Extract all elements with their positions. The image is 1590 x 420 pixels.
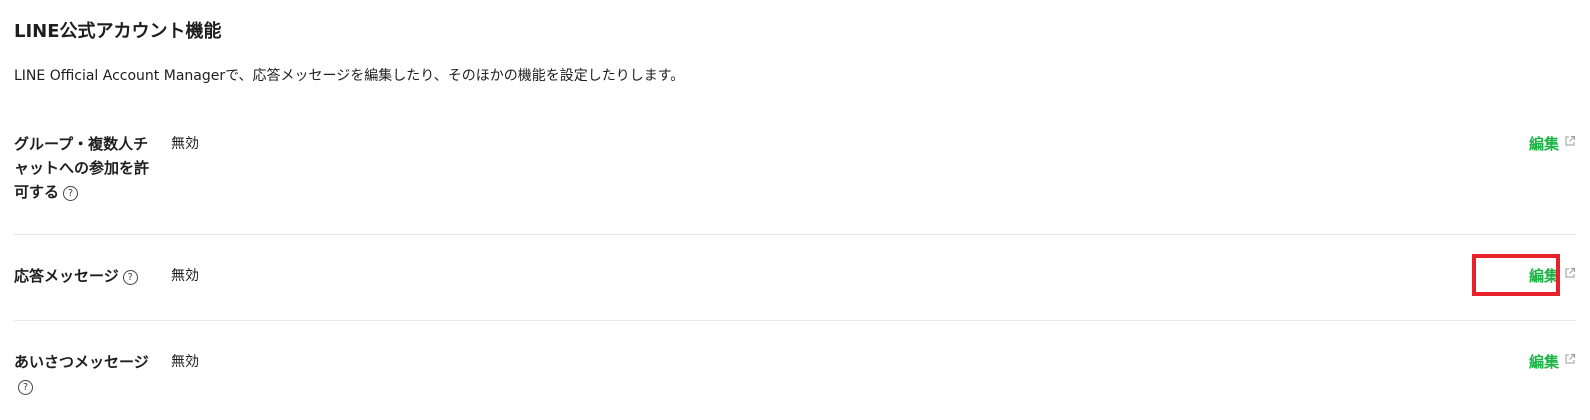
setting-value: 無効: [171, 354, 199, 370]
edit-link-label[interactable]: 編集: [1529, 132, 1559, 156]
external-link-icon: [1565, 135, 1575, 145]
edit-link-auto-response[interactable]: 編集: [1529, 264, 1576, 288]
edit-link-group-chat[interactable]: 編集: [1529, 132, 1576, 156]
setting-row-group-chat: グループ・複数人チャットへの参加を許可する? 無効 編集: [14, 132, 1576, 212]
section-title: LINE公式アカウント機能: [14, 21, 222, 42]
help-icon[interactable]: ?: [18, 380, 33, 395]
edit-link-greeting[interactable]: 編集: [1529, 350, 1576, 374]
setting-value: 無効: [171, 136, 199, 152]
setting-label-group-chat: グループ・複数人チャットへの参加を許可する?: [14, 132, 160, 204]
setting-label-text: あいさつメッセージ: [14, 353, 149, 371]
help-icon[interactable]: ?: [63, 186, 79, 201]
external-link-icon: [1565, 267, 1575, 277]
setting-value: 無効: [171, 268, 199, 284]
setting-row-auto-response: 応答メッセージ? 無効 編集: [14, 264, 1576, 294]
setting-label-text: 応答メッセージ: [14, 267, 119, 285]
line-official-account-features-panel: LINE公式アカウント機能 LINE Official Account Mana…: [0, 0, 1590, 420]
edit-link-label[interactable]: 編集: [1529, 264, 1559, 288]
setting-label-auto-response: 応答メッセージ?: [14, 264, 160, 288]
external-link-icon: [1565, 353, 1575, 363]
setting-row-greeting: あいさつメッセージ? 無効 編集: [14, 350, 1576, 400]
row-divider: [14, 234, 1576, 235]
section-description: LINE Official Account Managerで、応答メッセージを編…: [14, 68, 685, 84]
edit-link-label[interactable]: 編集: [1529, 350, 1559, 374]
setting-label-greeting: あいさつメッセージ?: [14, 350, 160, 398]
setting-label-text: グループ・複数人チャットへの参加を許可する: [14, 135, 150, 201]
help-icon[interactable]: ?: [122, 270, 138, 285]
row-divider: [14, 320, 1576, 321]
